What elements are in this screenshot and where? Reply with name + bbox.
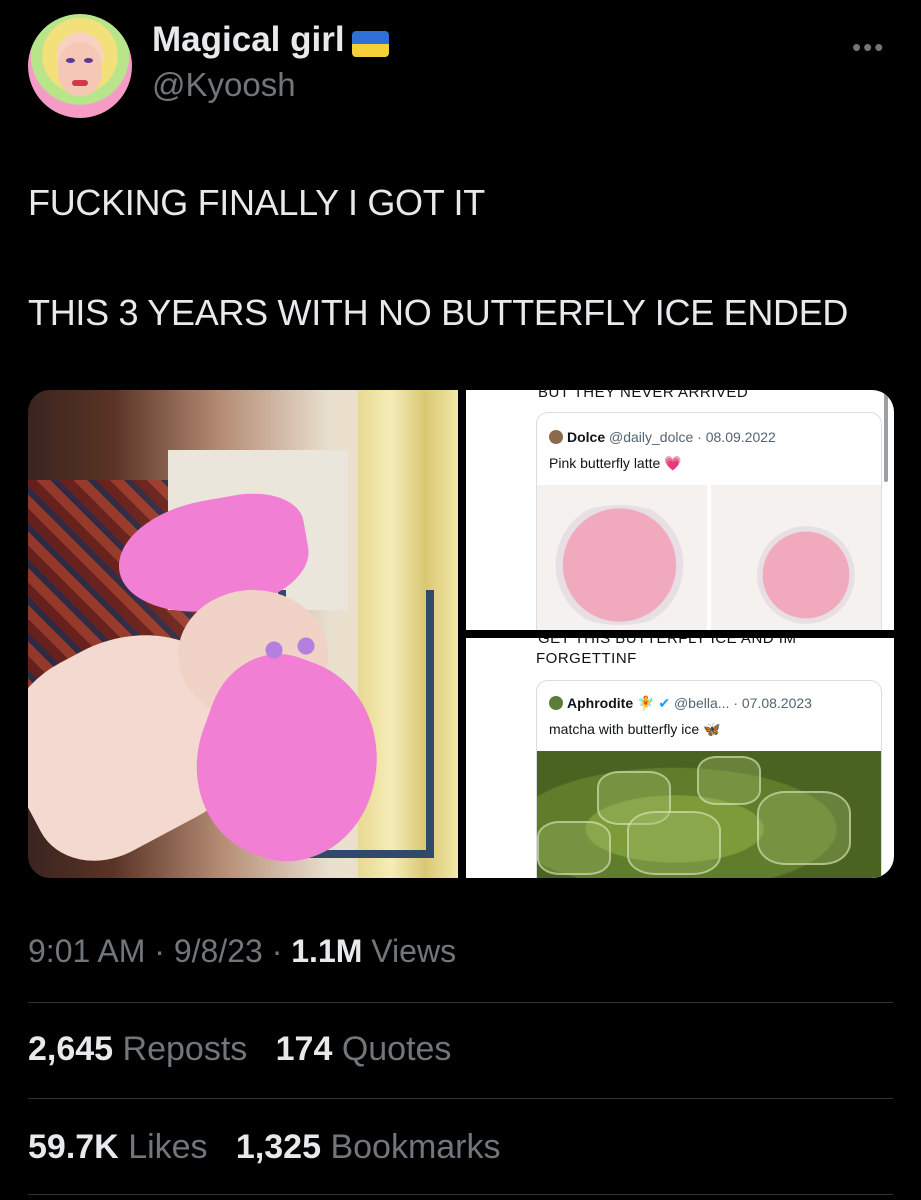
- latte-photo: [537, 485, 707, 630]
- heart-emoji-icon: 💗: [664, 455, 682, 471]
- photo-butterfly-mold[interactable]: [28, 390, 458, 878]
- divider: [28, 1098, 893, 1099]
- avatar-eye: [84, 58, 93, 63]
- cropped-caption: GET THIS BUTTERFLY ICE AND IM: [538, 638, 797, 647]
- divider: [28, 1194, 893, 1195]
- photo-screenshot-latte[interactable]: BUT THEY NEVER ARRIVED Dolce @daily_dolc…: [466, 390, 894, 630]
- tweet-text-line-2: THIS 3 YEARS WITH NO BUTTERFLY ICE ENDED: [28, 292, 849, 333]
- aphrodite-avatar-icon: [549, 696, 563, 710]
- cropped-caption-2: FORGETTINF: [536, 650, 637, 667]
- quotes-link[interactable]: 174 Quotes: [276, 1030, 452, 1068]
- user-handle[interactable]: @Kyoosh: [152, 66, 296, 104]
- quotes-label: Quotes: [341, 1030, 452, 1068]
- matcha-photo: [537, 751, 881, 878]
- scrollbar: [884, 392, 888, 482]
- views-label: Views: [371, 933, 457, 969]
- quoted-date: 08.09.2022: [705, 429, 776, 445]
- avatar-eye: [66, 58, 75, 63]
- quoted-handle: @bella...: [673, 695, 730, 711]
- post-date[interactable]: 9/8/23: [174, 933, 263, 969]
- quoted-name: Dolce: [567, 429, 606, 445]
- quoted-tweet-card: Dolce @daily_dolce · 08.09.2022 Pink but…: [536, 412, 882, 630]
- views-count: 1.1M: [291, 933, 363, 969]
- avatar-lips: [72, 80, 88, 86]
- avatar[interactable]: [28, 14, 132, 118]
- cropped-caption: BUT THEY NEVER ARRIVED: [538, 390, 749, 401]
- reposts-link[interactable]: 2,645 Reposts: [28, 1030, 247, 1068]
- fairy-emoji-icon: 🧚: [637, 695, 655, 711]
- quoted-name: Aphrodite: [567, 695, 634, 711]
- reposts-count: 2,645: [28, 1030, 114, 1068]
- dolce-avatar-icon: [549, 430, 563, 444]
- bookmarks-link[interactable]: 1,325 Bookmarks: [236, 1128, 501, 1166]
- divider: [28, 1002, 893, 1003]
- latte-photo: [711, 485, 881, 630]
- likes-count: 59.7K: [28, 1128, 119, 1166]
- ukraine-flag-icon: [352, 31, 389, 57]
- quotes-count: 174: [275, 1030, 333, 1068]
- quoted-handle: @daily_dolce: [609, 429, 694, 445]
- tweet-text-line-1: FUCKING FINALLY I GOT IT: [28, 182, 485, 223]
- likes-link[interactable]: 59.7K Likes: [28, 1128, 208, 1166]
- avatar-face: [58, 42, 102, 96]
- butterfly-emoji-icon: 🦋: [703, 721, 721, 737]
- quoted-date: 07.08.2023: [741, 695, 812, 711]
- more-options-icon[interactable]: •••: [852, 32, 885, 63]
- media-grid: BUT THEY NEVER ARRIVED Dolce @daily_dolc…: [28, 390, 894, 878]
- photo-screenshot-matcha[interactable]: GET THIS BUTTERFLY ICE AND IM FORGETTINF…: [466, 638, 894, 878]
- likes-label: Likes: [128, 1128, 208, 1166]
- verified-badge-icon: ✔: [658, 695, 671, 711]
- engagement-row-1: 2,645 Reposts 174 Quotes: [28, 1030, 451, 1069]
- quoted-tweet-card: Aphrodite 🧚 ✔ @bella... · 07.08.2023 mat…: [536, 680, 882, 878]
- post-time[interactable]: 9:01 AM: [28, 933, 145, 969]
- bookmarks-count: 1,325: [235, 1128, 321, 1166]
- reposts-label: Reposts: [122, 1030, 248, 1068]
- quoted-text: matcha with butterfly ice: [549, 721, 700, 737]
- display-name[interactable]: Magical girl: [152, 20, 345, 60]
- bookmarks-label: Bookmarks: [330, 1128, 501, 1166]
- quoted-text: Pink butterfly latte: [549, 455, 661, 471]
- engagement-row-2: 59.7K Likes 1,325 Bookmarks: [28, 1128, 501, 1167]
- post-metadata: 9:01 AM · 9/8/23 · 1.1M Views: [28, 933, 457, 969]
